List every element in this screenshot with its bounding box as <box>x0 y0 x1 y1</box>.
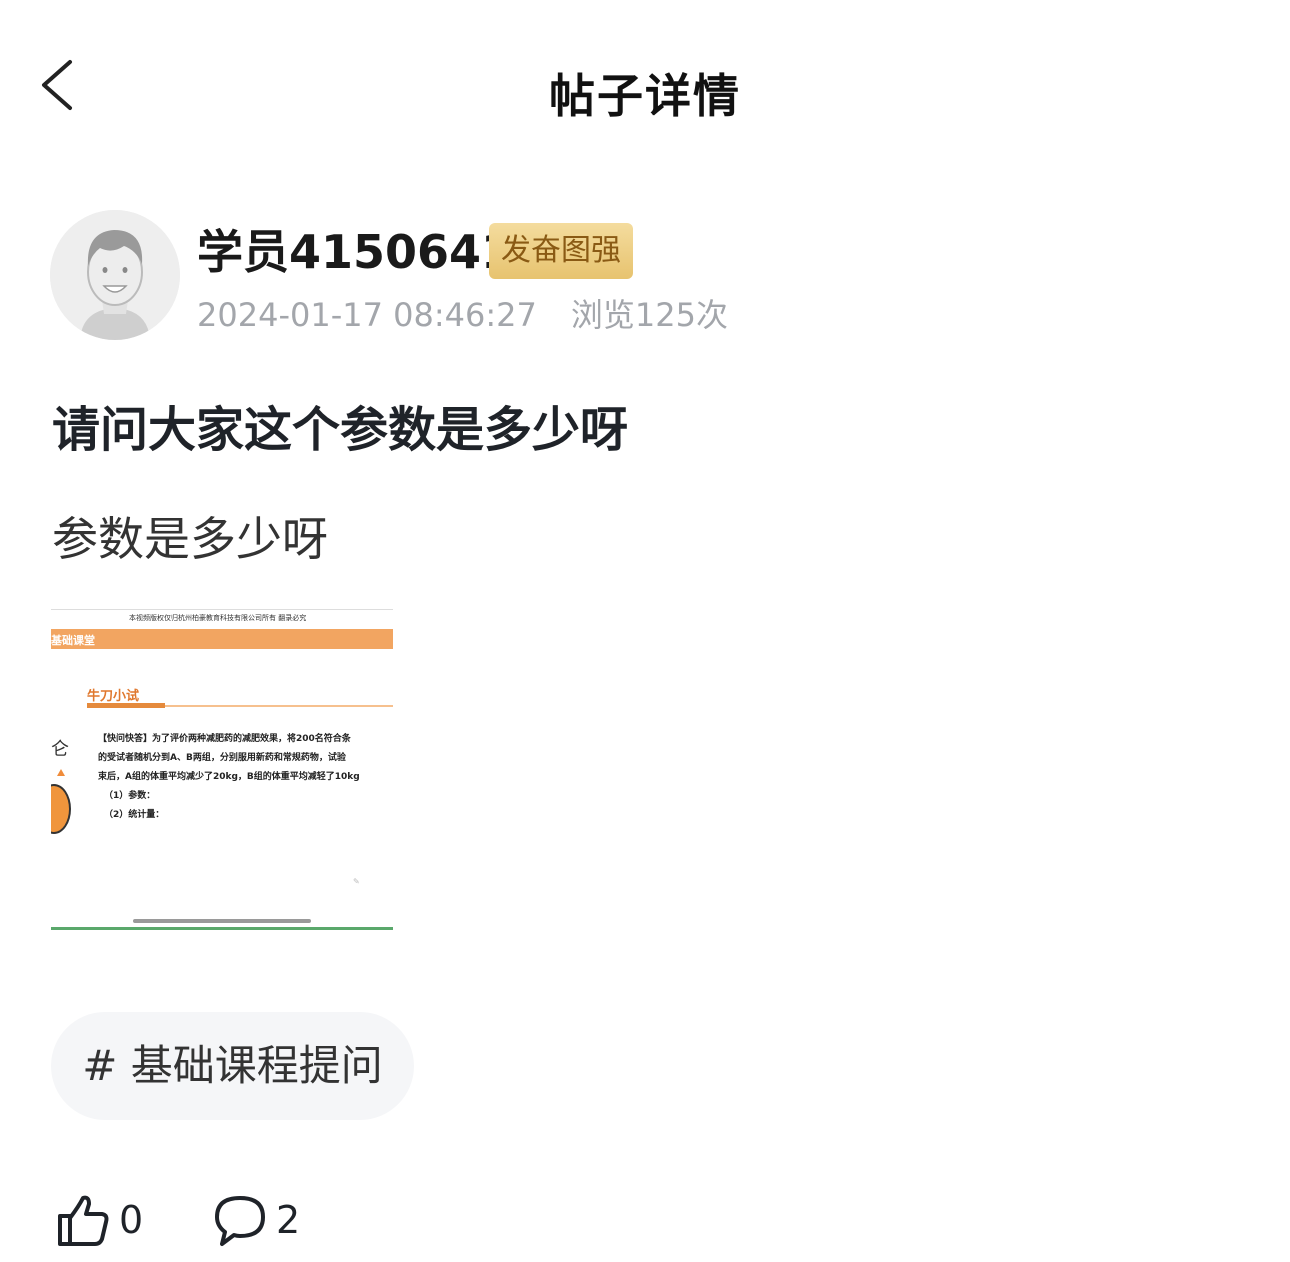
image-text-line: （2）统计量： <box>104 810 165 820</box>
comment-button[interactable]: 2 <box>212 1190 300 1250</box>
image-side-marker <box>57 769 65 776</box>
comment-count: 2 <box>276 1198 301 1242</box>
level-badge: 发奋图强 <box>489 223 633 279</box>
post-timestamp: 2024-01-17 08:46:27 <box>197 296 537 334</box>
image-banner <box>51 629 393 649</box>
thumbs-up-icon <box>58 1195 109 1246</box>
image-section-title: 牛刀小试 <box>87 689 140 704</box>
image-side-shape <box>51 784 71 834</box>
post-title: 请问大家这个参数是多少呀 <box>52 402 629 458</box>
avatar[interactable] <box>50 210 180 340</box>
like-count: 0 <box>119 1198 144 1242</box>
image-text-line: 束后，A组的体重平均减少了20kg，B组的体重平均减轻了10kg <box>98 772 360 782</box>
image-banner-text: 基础课堂 <box>51 634 95 647</box>
image-progress-line <box>51 927 393 930</box>
image-section-underline-accent <box>87 703 165 708</box>
attachment-image[interactable]: 本视频版权仅归杭州柏豪教育科技有限公司所有 翻录必究 基础课堂 牛刀小试 仑 【… <box>51 607 393 931</box>
image-text-line: 的受试者随机分到A、B两组，分别服用新药和常规药物，试验 <box>98 753 346 763</box>
post-body: 参数是多少呀 <box>52 512 328 566</box>
top-bar: 帖子详情 <box>0 0 1290 180</box>
image-copyright: 本视频版权仅归杭州柏豪教育科技有限公司所有 翻录必究 <box>129 614 307 622</box>
like-button[interactable]: 0 <box>55 1190 143 1250</box>
post-meta: 2024-01-17 08:46:27 浏览125次 <box>197 290 728 336</box>
image-scrollbar <box>133 919 311 923</box>
view-count: 浏览125次 <box>570 296 728 334</box>
topic-tag[interactable]: # 基础课程提问 <box>51 1012 414 1120</box>
page-title: 帖子详情 <box>549 69 741 123</box>
avatar-icon <box>50 210 180 340</box>
image-side-glyph: 仑 <box>51 739 69 760</box>
image-text-line: 【快问快答】为了评价两种减肥药的减肥效果，将200名符合条 <box>98 734 351 744</box>
image-handwriting: ✎ <box>353 877 360 886</box>
comment-icon <box>215 1196 265 1246</box>
divider <box>51 609 393 610</box>
image-text-line: （1）参数： <box>104 791 156 801</box>
author-name[interactable]: 学员4150641 <box>197 216 513 282</box>
